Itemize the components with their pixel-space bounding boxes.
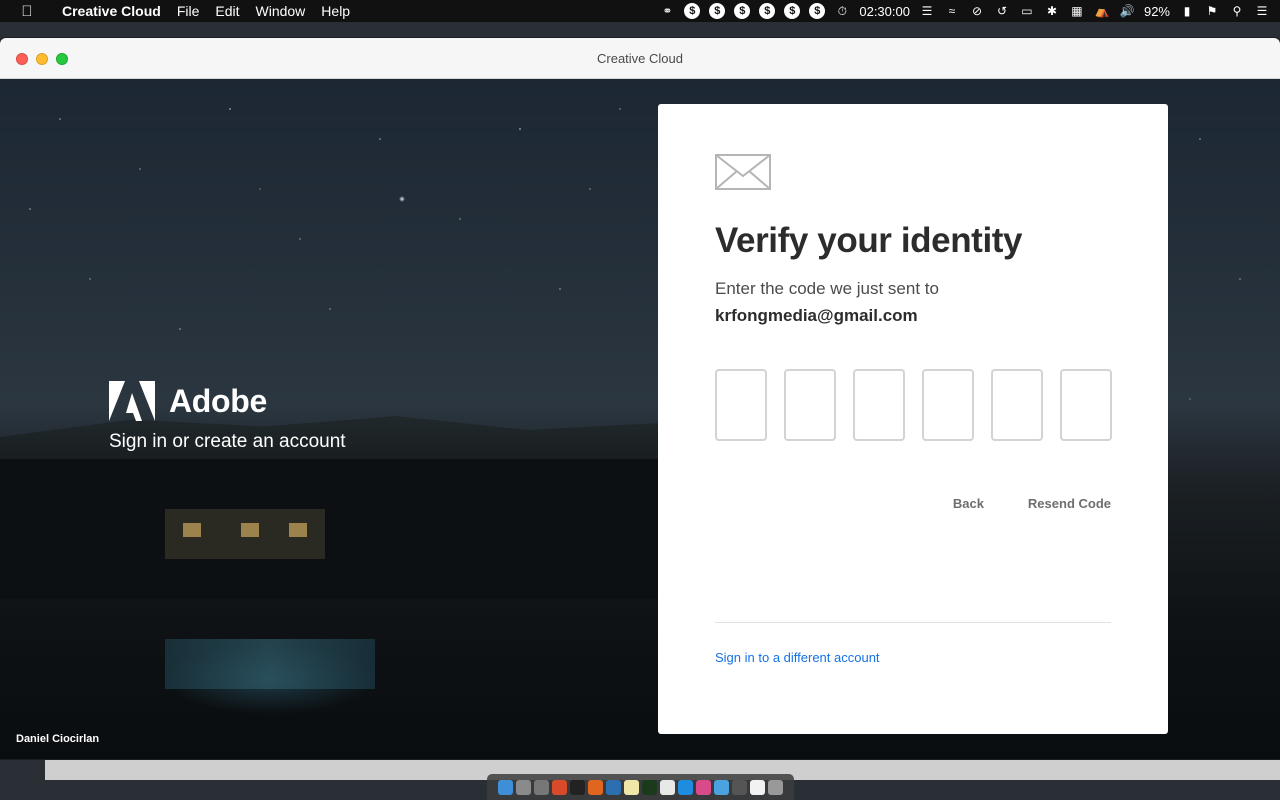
instruction-text: Enter the code we just sent to [715,279,939,298]
close-window-button[interactable] [16,53,28,65]
clock-text[interactable]: 02:30:00 [859,4,910,19]
flag-icon[interactable]: ⚑ [1204,4,1220,18]
menu-window[interactable]: Window [248,3,314,19]
treeline [0,459,660,599]
window-title: Creative Cloud [597,50,683,66]
menu-file[interactable]: File [169,3,208,19]
dollar-icon[interactable]: $ [709,3,726,19]
menu-app-name[interactable]: Creative Cloud [54,3,169,19]
zoom-window-button[interactable] [56,53,68,65]
code-digit-input-4[interactable] [922,369,974,441]
bluetooth-icon[interactable]: ✱ [1044,4,1060,18]
trash-icon[interactable] [768,779,783,795]
battery-percent[interactable]: 92% [1144,4,1170,19]
battery-icon[interactable]: ▮ [1179,4,1195,18]
resend-code-button[interactable]: Resend Code [1028,496,1111,511]
different-account-link[interactable]: Sign in to a different account [715,650,880,665]
activity-monitor-icon[interactable] [642,779,657,795]
drive-icon[interactable]: ☰ [919,4,935,18]
photo-credit: Daniel Ciocirlan [16,733,100,745]
apple-menu-icon[interactable]:  [0,3,54,20]
email-address: krfongmedia@gmail.com [715,306,918,325]
airplay-icon[interactable]: ▭ [1019,4,1035,18]
launchpad-icon[interactable] [516,779,531,795]
folder-icon[interactable] [714,779,729,795]
adobe-logo-icon [109,381,155,421]
pdf-icon[interactable] [750,779,765,795]
code-digit-input-6[interactable] [1060,369,1112,441]
code-digit-input-2[interactable] [784,369,836,441]
calendar-icon[interactable] [660,779,675,795]
verification-code-inputs [715,369,1112,441]
back-button[interactable]: Back [953,496,984,511]
dock [487,774,794,800]
donotdisturb-icon[interactable]: ⊘ [969,4,985,18]
finder-icon[interactable] [498,779,513,795]
wifi-icon[interactable]: ⛺ [1094,4,1110,18]
verify-identity-card: Verify your identity Enter the code we j… [658,104,1168,734]
code-digit-input-3[interactable] [853,369,905,441]
dollar-icon[interactable]: $ [784,3,801,19]
dollar-icon[interactable]: $ [759,3,776,19]
lake-house [165,509,325,559]
adobe-wordmark: Adobe [169,382,268,419]
menu-help[interactable]: Help [313,3,358,19]
spotlight-search-icon[interactable]: ⚲ [1229,4,1245,18]
window-titlebar[interactable]: Creative Cloud [0,38,1280,79]
dollar-icon[interactable]: $ [684,3,701,19]
time-machine-icon[interactable]: ↺ [994,4,1010,18]
sublime-text-icon[interactable] [588,779,603,795]
status-area: ⚭ $ $ $ $ $ $ ⏱ 02:30:00 ☰ ≈ ⊘ ↺ ▭ ✱ ▦ ⛺… [659,3,1280,19]
brave-browser-icon[interactable] [552,779,567,795]
network-icon[interactable]: ≈ [944,4,960,18]
memory-icon[interactable]: ▦ [1069,4,1085,18]
creative-cloud-window: Creative Cloud Adobe Sign in or create a… [0,38,1280,759]
brand-subtitle: Sign in or create an account [109,431,346,452]
code-digit-input-5[interactable] [991,369,1043,441]
envelope-icon [715,154,771,190]
notes-icon[interactable] [624,779,639,795]
system-preferences-icon[interactable] [534,779,549,795]
vscode-icon[interactable] [606,779,621,795]
dollar-icon[interactable]: $ [809,3,826,19]
dollar-icon[interactable]: $ [734,3,751,19]
menu-edit[interactable]: Edit [207,3,247,19]
volume-icon[interactable]: 🔊 [1119,4,1135,18]
water-reflection [165,639,375,689]
terminal-icon[interactable] [570,779,585,795]
menu-bar:  Creative Cloud File Edit Window Help ⚭… [0,0,1280,22]
timer-icon[interactable]: ⏱ [834,4,850,18]
messages-icon[interactable] [678,779,693,795]
screenshot-icon[interactable] [732,779,747,795]
photos-icon[interactable] [696,779,711,795]
adobe-branding: Adobe Sign in or create an account [109,381,346,453]
code-digit-input-1[interactable] [715,369,767,441]
minimize-window-button[interactable] [36,53,48,65]
window-controls [16,53,68,65]
page-title: Verify your identity [715,221,1023,260]
creative-cloud-icon[interactable]: ⚭ [659,4,675,18]
signin-background: Adobe Sign in or create an account Danie… [0,79,1280,759]
notification-center-icon[interactable]: ☰ [1254,4,1270,18]
divider [715,622,1111,623]
card-actions: Back Resend Code [953,496,1111,511]
